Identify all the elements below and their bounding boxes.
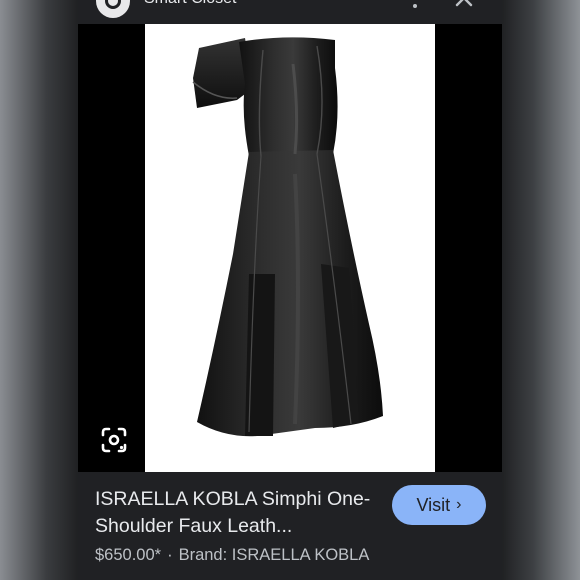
google-lens-icon[interactable] xyxy=(100,426,128,454)
close-icon[interactable] xyxy=(452,0,476,10)
product-price: $650.00* xyxy=(95,546,162,564)
product-title[interactable]: ISRAELLA KOBLA Simphi One-Shoulder Faux … xyxy=(95,486,385,540)
product-meta: $650.00* · Brand: ISRAELLA KOBLA xyxy=(95,546,369,565)
product-card: Smart Closet xyxy=(78,0,502,580)
product-image[interactable] xyxy=(145,24,435,472)
more-vert-icon[interactable] xyxy=(408,0,422,8)
dress-illustration xyxy=(192,37,383,437)
blurred-background-right xyxy=(502,0,580,580)
chevron-right-icon: › xyxy=(456,496,462,513)
description-cropped xyxy=(95,576,485,580)
product-info: ISRAELLA KOBLA Simphi One-Shoulder Faux … xyxy=(78,472,502,580)
source-name: Smart Closet xyxy=(144,0,236,8)
meta-separator: · xyxy=(167,546,173,564)
visit-label: Visit xyxy=(416,494,451,515)
card-header: Smart Closet xyxy=(78,0,502,24)
product-brand: Brand: ISRAELLA KOBLA xyxy=(178,546,370,564)
product-image-area[interactable] xyxy=(78,24,502,472)
source-logo-icon xyxy=(96,0,130,18)
visit-button[interactable]: Visit › xyxy=(392,485,486,525)
blurred-background-left xyxy=(0,0,78,580)
